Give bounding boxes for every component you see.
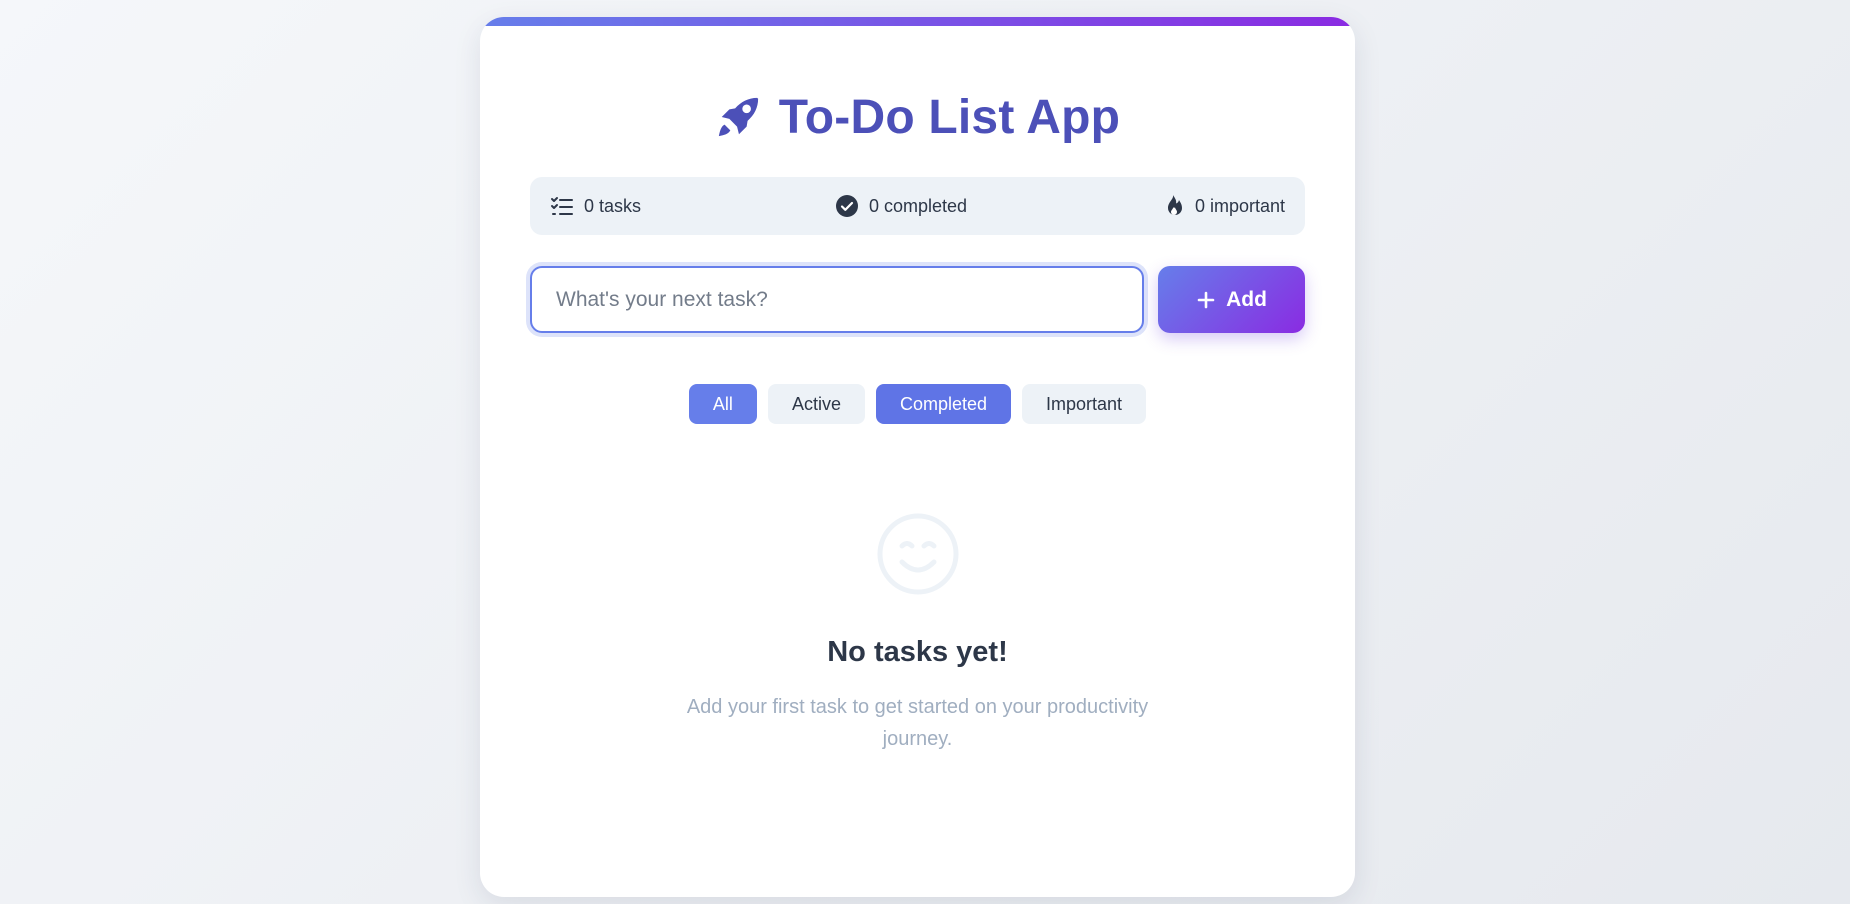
smile-icon: [876, 512, 960, 596]
task-input-wrapper: [530, 266, 1144, 333]
empty-state: No tasks yet! Add your first task to get…: [480, 512, 1355, 755]
fire-icon: [1161, 194, 1185, 218]
app-title: To-Do List App: [778, 90, 1121, 144]
check-circle-icon: [835, 194, 859, 218]
filter-completed-button[interactable]: Completed: [875, 384, 1012, 424]
stat-tasks: 0 tasks: [550, 194, 641, 218]
add-task-button[interactable]: Add: [1158, 266, 1305, 333]
task-input[interactable]: [532, 268, 1142, 331]
todo-card: To-Do List App 0 tasks 0 completed 0 imp…: [480, 17, 1355, 897]
filter-all-button[interactable]: All: [688, 384, 757, 424]
stat-important-label: 0 important: [1194, 195, 1285, 216]
plus-icon: [1196, 290, 1216, 310]
empty-state-title: No tasks yet!: [827, 636, 1008, 668]
filter-bar: All Active Completed Important: [480, 384, 1355, 424]
add-button-label: Add: [1226, 287, 1267, 311]
stat-important: 0 important: [1161, 194, 1285, 218]
stat-tasks-label: 0 tasks: [584, 195, 642, 216]
stat-completed: 0 completed: [835, 194, 967, 218]
empty-state-text: Add your first task to get started on yo…: [686, 696, 1149, 750]
app-header: To-Do List App: [480, 75, 1355, 159]
stat-completed-label: 0 completed: [868, 195, 968, 216]
stats-bar: 0 tasks 0 completed 0 important: [530, 177, 1305, 235]
rocket-icon: [715, 94, 761, 140]
filter-active-button[interactable]: Active: [767, 384, 865, 424]
filter-important-button[interactable]: Important: [1022, 384, 1147, 424]
gradient-top-bar: [480, 17, 1355, 26]
task-list-icon: [550, 194, 574, 218]
